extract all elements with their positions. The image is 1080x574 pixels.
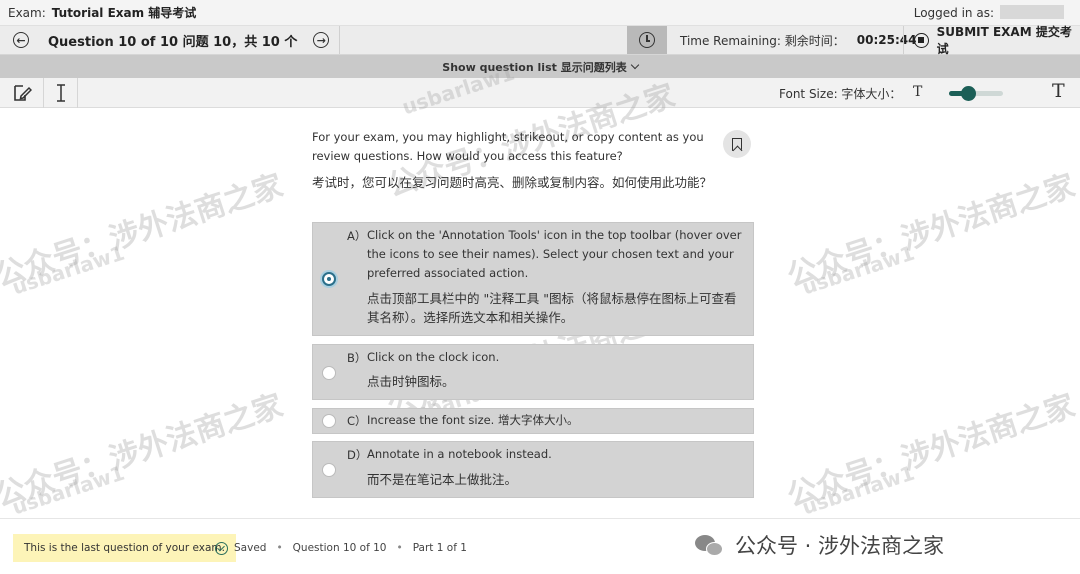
radio-button[interactable] bbox=[322, 414, 336, 428]
separator: • bbox=[276, 542, 283, 554]
option-letter: C） bbox=[347, 414, 367, 428]
logged-in-label: Logged in as: bbox=[913, 5, 994, 20]
option-text-en: Click on the 'Annotation Tools' icon in … bbox=[367, 228, 742, 280]
answer-option-c[interactable]: C） Increase the font size. 增大字体大小。 bbox=[312, 408, 754, 434]
watermark-text: usbarlaw1 bbox=[9, 460, 128, 520]
show-question-list-label: Show question list 显示问题列表 bbox=[442, 60, 627, 74]
font-increase-button[interactable]: T bbox=[1052, 80, 1065, 102]
brand-text: 公众号 · 涉外法商之家 bbox=[735, 534, 945, 558]
option-text-cn: 点击顶部工具栏中的 "注释工具 "图标（将鼠标悬停在图标上可查看其名称）。选择所… bbox=[367, 291, 737, 325]
answer-option-d[interactable]: D） Annotate in a notebook instead. 而不是在笔… bbox=[312, 441, 754, 498]
submit-exam-label: SUBMIT EXAM 提交考试 bbox=[936, 25, 1072, 56]
question-stem-cn: 考试时，您可以在复习问题时高亮、删除或复制内容。如何使用此功能？ bbox=[312, 175, 713, 190]
bookmark-icon bbox=[732, 137, 742, 151]
watermark-text: 公众号：涉外法商之家 bbox=[783, 168, 1080, 295]
previous-question-button[interactable]: ← bbox=[0, 26, 42, 54]
timer-toggle-button[interactable] bbox=[627, 26, 667, 54]
watermark-text: usbarlaw1 bbox=[799, 240, 918, 300]
watermark-text: 公众号：涉外法商之家 bbox=[0, 168, 288, 295]
watermark-text: 公众号：涉外法商之家 bbox=[0, 388, 288, 515]
font-decrease-button[interactable]: T bbox=[913, 84, 922, 100]
arrow-right-icon: → bbox=[313, 32, 330, 48]
question-stem-en: For your exam, you may highlight, strike… bbox=[312, 130, 704, 163]
time-remaining-label: Time Remaining: 剩余时间： bbox=[680, 33, 845, 48]
annotation-toolbar: Font Size: 字体大小： T T bbox=[0, 77, 1080, 108]
logged-in-user-redacted bbox=[1000, 5, 1064, 19]
stop-icon bbox=[914, 32, 929, 48]
status-footer: This is the last question of your exam. … bbox=[0, 518, 1080, 574]
top-bar: Exam: Tutorial Exam 辅导考试 Logged in as: bbox=[0, 0, 1080, 26]
saved-label: Saved bbox=[234, 542, 267, 554]
font-size-label: Font Size: 字体大小： bbox=[779, 86, 902, 101]
answer-option-a[interactable]: A） Click on the 'Annotation Tools' icon … bbox=[312, 222, 754, 336]
question-position: Question 10 of 10 bbox=[292, 542, 387, 554]
bookmark-button[interactable] bbox=[723, 130, 751, 158]
question-content: 公众号：涉外法商之家 usbarlaw1 公众号：涉外法商之家 usbarlaw… bbox=[0, 61, 1080, 520]
part-position: Part 1 of 1 bbox=[412, 542, 467, 554]
option-letter: B） bbox=[347, 351, 367, 365]
text-select-button[interactable] bbox=[44, 77, 78, 108]
radio-button[interactable] bbox=[322, 366, 336, 380]
option-text-cn: 而不是在笔记本上做批注。 bbox=[367, 472, 518, 487]
option-text-cn: 点击时钟图标。 bbox=[367, 374, 455, 389]
option-text-en: Click on the clock icon. bbox=[367, 350, 500, 364]
watermark-text: usbarlaw1 bbox=[799, 460, 918, 520]
text-cursor-icon bbox=[56, 83, 65, 102]
radio-button-selected[interactable] bbox=[322, 272, 336, 286]
next-question-button[interactable]: → bbox=[303, 26, 339, 54]
option-text-en: Increase the font size. 增大字体大小。 bbox=[367, 413, 579, 427]
wechat-icon bbox=[695, 533, 725, 557]
clock-icon bbox=[639, 32, 655, 48]
exam-label: Exam: bbox=[8, 5, 46, 20]
brand-watermark: 公众号 · 涉外法商之家 bbox=[695, 525, 944, 565]
time-remaining: Time Remaining: 剩余时间： 00:25:44 bbox=[680, 26, 916, 54]
chevron-down-icon bbox=[630, 60, 639, 69]
annotate-icon bbox=[13, 84, 32, 101]
separator: • bbox=[396, 542, 403, 554]
question-counter: Question 10 of 10 问题 10，共 10 个 bbox=[48, 34, 298, 50]
divider bbox=[339, 26, 341, 54]
option-letter: D） bbox=[347, 448, 368, 462]
navigation-bar: ← Question 10 of 10 问题 10，共 10 个 → Time … bbox=[0, 25, 1080, 56]
submit-exam-button[interactable]: SUBMIT EXAM 提交考试 bbox=[903, 25, 1080, 56]
watermark-text: usbarlaw1 bbox=[9, 240, 128, 300]
option-text-en: Annotate in a notebook instead. bbox=[367, 447, 552, 461]
font-size-slider[interactable] bbox=[949, 86, 1003, 101]
annotation-tools-button[interactable] bbox=[0, 77, 44, 108]
option-letter: A） bbox=[347, 229, 367, 243]
watermark-text: 公众号：涉外法商之家 bbox=[783, 388, 1080, 515]
exam-name: Tutorial Exam 辅导考试 bbox=[51, 6, 197, 20]
last-question-notice: This is the last question of your exam. bbox=[13, 534, 236, 562]
arrow-left-icon: ← bbox=[13, 32, 29, 48]
save-status: Saved • Question 10 of 10 • Part 1 of 1 bbox=[215, 534, 467, 562]
font-size-slider-handle[interactable] bbox=[960, 86, 976, 101]
radio-button[interactable] bbox=[322, 463, 336, 477]
answer-option-b[interactable]: B） Click on the clock icon. 点击时钟图标。 bbox=[312, 344, 754, 400]
show-question-list-toggle[interactable]: Show question list 显示问题列表 bbox=[0, 55, 1080, 78]
check-circle-icon bbox=[215, 541, 228, 555]
